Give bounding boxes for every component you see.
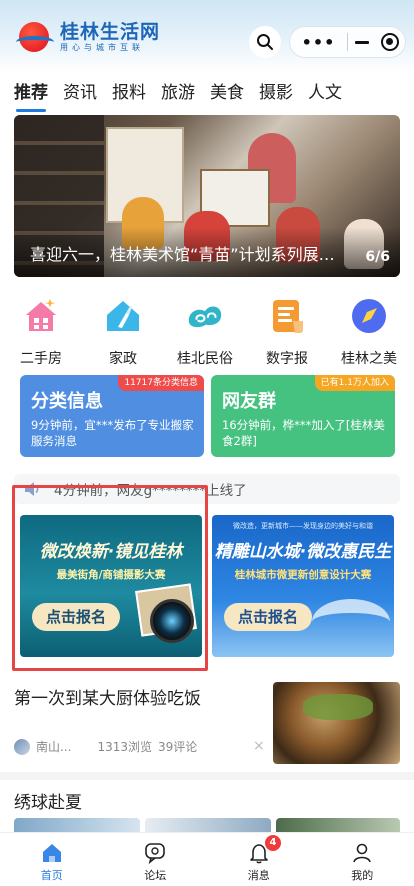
promo-top-text: 微改造，更新城市——发现身边的美好与和谐 xyxy=(233,522,373,530)
home-icon xyxy=(40,841,64,865)
category-label: 桂林之美 xyxy=(341,351,397,367)
tab-culture[interactable]: 人文 xyxy=(308,78,342,106)
search-icon xyxy=(257,34,273,50)
tab-food[interactable]: 美食 xyxy=(210,78,244,106)
category-label: 二手房 xyxy=(20,351,62,367)
tab-travel[interactable]: 旅游 xyxy=(161,78,195,106)
tabbar-label: 论坛 xyxy=(144,869,167,882)
section-title: 绣球赴夏 xyxy=(14,793,82,813)
section-image[interactable] xyxy=(14,818,140,832)
user-icon xyxy=(350,841,374,865)
classified-title: 分类信息 xyxy=(31,391,103,412)
house-icon xyxy=(21,296,61,336)
category-guilin-beauty[interactable]: 桂林之美 xyxy=(328,296,410,368)
more-options-button[interactable]: ••• xyxy=(290,33,347,52)
banner-caption: 喜迎六一，桂林美术馆“青苗”计划系列展… xyxy=(30,245,335,264)
user-group-card[interactable]: 已有1.1万人加入 网友群 16分钟前，桦***加入了[桂林美食2群] xyxy=(211,375,395,457)
group-member-badge: 已有1.1万人加入 xyxy=(314,375,395,391)
logo-title: 桂林生活网 xyxy=(60,21,161,43)
logo-subtitle: 用心与城市互联 xyxy=(60,43,144,52)
highlight-box xyxy=(12,485,208,671)
promo-subtitle: 桂林城市微更新创意设计大赛 xyxy=(234,569,372,581)
section-image[interactable] xyxy=(145,818,271,832)
article-source: 南山... xyxy=(36,740,72,754)
category-housekeeping[interactable]: 家政 xyxy=(82,296,164,368)
banner-carousel[interactable]: 喜迎六一，桂林美术馆“青苗”计划系列展… 6/6 xyxy=(14,115,400,277)
header-bar: 桂林生活网 用心与城市互联 ••• xyxy=(0,0,414,72)
dismiss-article-button[interactable]: × xyxy=(253,738,265,754)
group-latest: 16分钟前，桦***加入了[桂林美食2群] xyxy=(222,418,385,448)
tab-news[interactable]: 资讯 xyxy=(63,78,97,106)
avatar xyxy=(14,738,30,755)
category-digital-newspaper[interactable]: 数字报 xyxy=(246,296,328,368)
app-logo[interactable]: 桂林生活网 用心与城市互联 xyxy=(16,20,160,54)
classified-info-card[interactable]: 11717条分类信息 分类信息 9分钟前，宜***发布了专业搬家服务消息 xyxy=(20,375,204,457)
group-title: 网友群 xyxy=(222,391,276,412)
logo-icon xyxy=(16,20,56,54)
message-count-badge: 4 xyxy=(265,835,281,851)
category-label: 家政 xyxy=(109,351,137,367)
tabbar-forum[interactable]: 论坛 xyxy=(104,833,208,886)
tab-photography[interactable]: 摄影 xyxy=(259,78,293,106)
forum-icon xyxy=(143,841,167,865)
article-title[interactable]: 第一次到某大厨体验吃饭 xyxy=(14,684,201,709)
broom-icon xyxy=(103,296,143,336)
miniprogram-capsule: ••• xyxy=(289,26,406,58)
cloud-pattern-icon xyxy=(185,296,225,336)
tabbar-profile[interactable]: 我的 xyxy=(311,833,414,886)
search-button[interactable] xyxy=(249,26,281,58)
bottom-tab-bar: 首页 论坛 4 消息 我的 xyxy=(0,832,414,886)
promo-card-design-contest[interactable]: 微改造，更新城市——发现身边的美好与和谐 精雕山水城·微改惠民生 桂林城市微更新… xyxy=(212,515,394,657)
banner-counter: 6/6 xyxy=(365,249,390,265)
promo-title: 精雕山水城·微改惠民生 xyxy=(214,542,392,562)
article-comments: 39评论 xyxy=(158,740,198,754)
category-label: 数字报 xyxy=(266,351,308,367)
tabbar-messages[interactable]: 4 消息 xyxy=(207,833,311,886)
article-views: 1313浏览 xyxy=(97,740,152,754)
tabbar-label: 我的 xyxy=(351,869,374,882)
tabbar-label: 首页 xyxy=(40,869,63,882)
category-secondhand-house[interactable]: 二手房 xyxy=(0,296,82,368)
classified-latest: 9分钟前，宜***发布了专业搬家服务消息 xyxy=(31,418,194,448)
compass-icon xyxy=(349,296,389,336)
tabbar-home[interactable]: 首页 xyxy=(0,833,104,886)
target-icon xyxy=(381,33,400,51)
section-image[interactable] xyxy=(276,818,400,832)
category-tabs: 推荐 资讯 报料 旅游 美食 摄影 人文 xyxy=(14,78,357,112)
category-label: 桂北民俗 xyxy=(177,351,233,367)
category-grid: 二手房 家政 桂北民俗 数字报 桂林之美 xyxy=(0,296,414,368)
minus-icon xyxy=(354,40,369,44)
article-thumbnail[interactable] xyxy=(273,682,400,764)
category-folk-custom[interactable]: 桂北民俗 xyxy=(164,296,246,368)
section-divider xyxy=(0,772,414,780)
tabbar-label: 消息 xyxy=(247,869,270,882)
tab-recommend[interactable]: 推荐 xyxy=(14,78,48,112)
classified-count-badge: 11717条分类信息 xyxy=(118,375,204,391)
tab-report[interactable]: 报料 xyxy=(112,78,146,106)
promo-signup-button[interactable]: 点击报名 xyxy=(224,603,312,631)
article-meta: 南山... 1313浏览 39评论 xyxy=(14,738,197,755)
close-miniprogram-button[interactable] xyxy=(376,33,405,51)
minimize-button[interactable] xyxy=(348,40,376,44)
newspaper-icon xyxy=(267,296,307,336)
